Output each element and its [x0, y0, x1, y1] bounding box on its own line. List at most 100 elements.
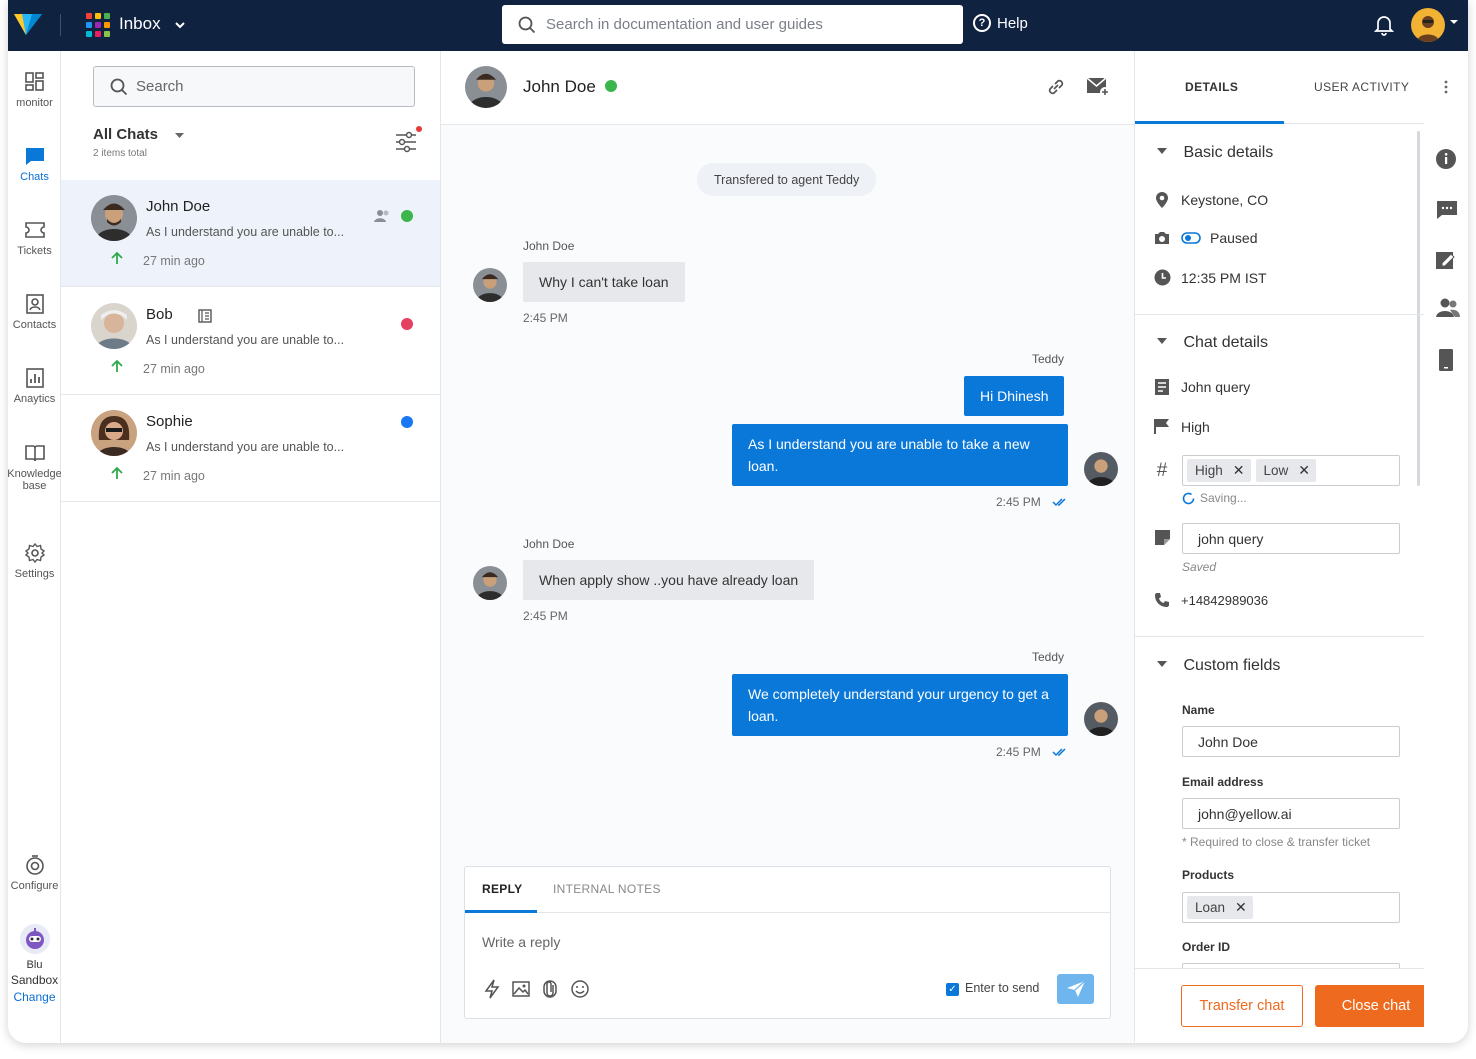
bell-icon[interactable]: [1374, 14, 1394, 36]
documentation-search[interactable]: Search in documentation and user guides: [502, 5, 963, 44]
email-input[interactable]: john@yellow.ai: [1182, 798, 1400, 829]
transfer-chat-button[interactable]: Transfer chat: [1181, 985, 1303, 1027]
email-hint: * Required to close & transfer ticket: [1182, 835, 1371, 849]
mobile-device-icon[interactable]: [1439, 349, 1453, 371]
assigned-agent-icon: [374, 210, 389, 222]
message-icon[interactable]: [1436, 200, 1458, 220]
saving-text: Saving...: [1200, 491, 1247, 505]
emoji-icon[interactable]: [570, 979, 590, 999]
bot-avatar-icon: [19, 924, 50, 954]
chat-filter-dropdown[interactable]: All Chats: [93, 126, 158, 143]
section-custom-fields[interactable]: Custom fields: [1157, 657, 1280, 675]
nav-item-settings[interactable]: Settings: [8, 542, 61, 580]
tab-internal-notes[interactable]: INTERNAL NOTES: [553, 882, 661, 896]
yellow-logo-icon[interactable]: [12, 11, 44, 37]
nav-item-monitor[interactable]: monitor: [8, 71, 61, 109]
phone-value[interactable]: +14842989036: [1181, 593, 1268, 608]
chat-row[interactable]: John Doe As I understand you are unable …: [61, 180, 440, 287]
user-avatar[interactable]: [1411, 8, 1445, 42]
close-icon[interactable]: ✕: [1233, 462, 1245, 479]
section-title: Basic details: [1183, 144, 1274, 161]
tab-reply[interactable]: REPLY: [482, 882, 522, 896]
user-menu-caret-icon[interactable]: [1449, 18, 1459, 26]
flag-icon: [1154, 419, 1169, 434]
edit-note-icon[interactable]: [1436, 250, 1456, 270]
bot-switcher[interactable]: Blu Sandbox Change: [8, 923, 61, 1004]
documentation-search-input[interactable]: Search in documentation and user guides: [546, 16, 823, 33]
mail-add-icon[interactable]: [1086, 75, 1110, 97]
instagram-icon: [401, 318, 413, 330]
agent-avatar: [1084, 702, 1118, 736]
location-row: Keystone, CO: [1153, 191, 1268, 209]
section-divider: [1135, 314, 1425, 315]
nav-item-analytics[interactable]: Anaytics: [8, 367, 61, 405]
incoming-arrow-icon: [111, 360, 123, 372]
section-basic-details[interactable]: Basic details: [1157, 144, 1273, 162]
close-chat-button[interactable]: Close chat: [1315, 985, 1437, 1027]
double-check-icon: [1052, 498, 1066, 507]
nav-item-configure[interactable]: Configure: [8, 854, 61, 892]
incoming-arrow-icon: [111, 252, 123, 264]
tag-label: Low: [1263, 463, 1289, 478]
tab-user-activity[interactable]: USER ACTIVITY: [1314, 80, 1409, 94]
tab-details[interactable]: DETAILS: [1185, 80, 1238, 94]
attachment-icon[interactable]: [541, 979, 559, 999]
contacts-icon: [25, 294, 44, 314]
ticket-icon: [24, 222, 45, 238]
nav-item-contacts[interactable]: Contacts: [8, 293, 61, 331]
info-icon[interactable]: [1436, 149, 1456, 169]
enter-to-send-checkbox[interactable]: ✓: [946, 983, 959, 996]
lightning-icon[interactable]: [483, 979, 501, 999]
note-input[interactable]: john query: [1182, 523, 1400, 554]
chevron-down-icon[interactable]: [175, 133, 184, 139]
message-author: Teddy: [1032, 650, 1065, 664]
priority-value: High: [1181, 418, 1210, 435]
composer-toolbar: [483, 979, 590, 999]
more-vertical-icon[interactable]: [1444, 80, 1448, 94]
nav-item-tickets[interactable]: Tickets: [8, 219, 61, 257]
tag-label: High: [1195, 463, 1223, 478]
contact-avatar[interactable]: [465, 66, 507, 108]
close-icon[interactable]: ✕: [1235, 899, 1247, 916]
image-icon[interactable]: [512, 979, 530, 999]
filter-sliders-icon[interactable]: [395, 131, 417, 153]
help-button[interactable]: ? Help: [973, 14, 1028, 32]
users-icon[interactable]: [1436, 298, 1460, 318]
close-icon[interactable]: ✕: [1298, 462, 1310, 479]
nav-item-knowledge-base[interactable]: Knowledge base: [8, 442, 62, 492]
details-scrollbar[interactable]: [1417, 131, 1420, 486]
chat-search-input[interactable]: Search: [136, 78, 184, 95]
section-chat-details[interactable]: Chat details: [1157, 334, 1268, 352]
email-label: Email address: [1182, 775, 1264, 789]
details-panel: DETAILS USER ACTIVITY Basic details Keys…: [1134, 51, 1437, 1043]
conversation-header: John Doe: [441, 51, 1134, 125]
conversation-panel: John Doe Transfered to agent Teddy John …: [441, 51, 1134, 1043]
configure-icon: [25, 855, 44, 875]
contact-avatar: [473, 268, 507, 302]
send-button[interactable]: [1057, 974, 1094, 1004]
tags-input[interactable]: High ✕ Low ✕: [1182, 455, 1400, 486]
message-author: Teddy: [1032, 352, 1065, 366]
chevron-down-icon[interactable]: [174, 19, 186, 31]
nav-item-chats[interactable]: Chats: [8, 145, 61, 183]
search-icon: [518, 16, 536, 33]
app-switcher-icon[interactable]: [86, 13, 110, 37]
section-title: Chat details: [1183, 334, 1268, 351]
help-label: Help: [997, 14, 1028, 32]
active-tab-indicator: [465, 910, 537, 913]
name-input[interactable]: John Doe: [1182, 726, 1400, 757]
products-input[interactable]: Loan ✕: [1182, 892, 1400, 923]
link-icon[interactable]: [1045, 76, 1067, 98]
section-divider: [1135, 636, 1425, 637]
status-row: Paused: [1153, 230, 1257, 246]
app-title[interactable]: Inbox: [119, 14, 161, 34]
toggle-icon[interactable]: [1181, 232, 1201, 244]
chat-row[interactable]: Bob As I understand you are unable to...…: [61, 288, 440, 395]
tag-chip: Low ✕: [1255, 459, 1316, 482]
help-icon: ?: [973, 14, 991, 32]
chat-row[interactable]: Sophie As I understand you are unable to…: [61, 395, 440, 502]
chat-search[interactable]: Search: [93, 66, 415, 107]
reply-input[interactable]: Write a reply: [482, 934, 560, 950]
chat-count: 2 items total: [93, 148, 147, 159]
outgoing-message: Hi Dhinesh: [964, 376, 1065, 416]
